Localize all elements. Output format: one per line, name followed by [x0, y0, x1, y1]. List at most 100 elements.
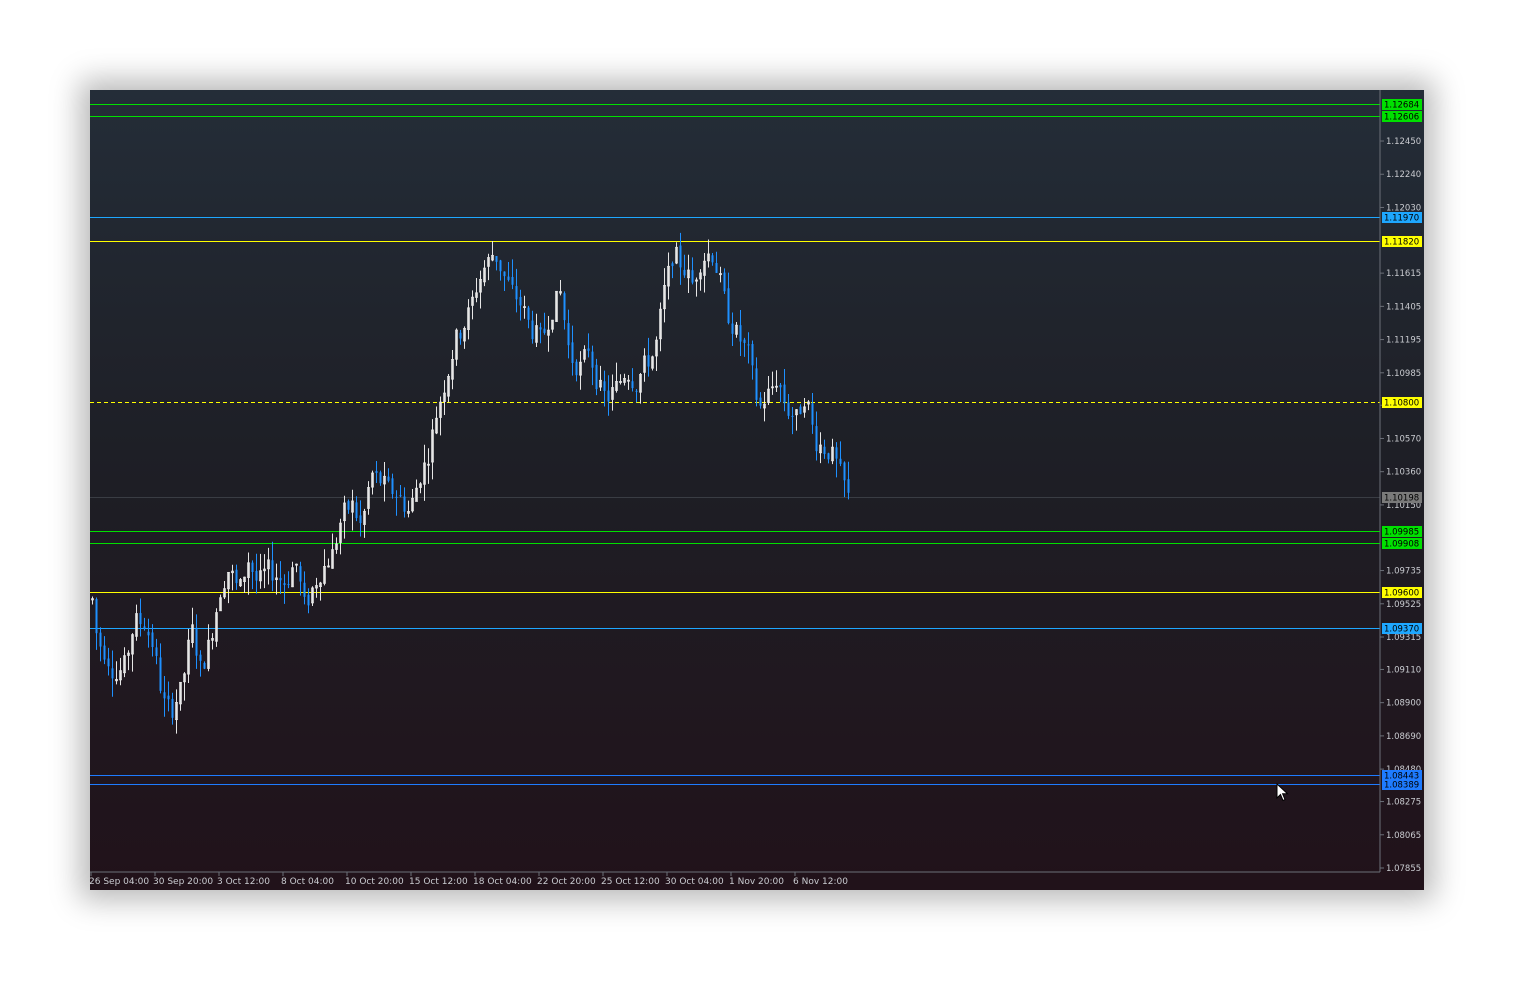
mouse-cursor-icon: [1276, 783, 1289, 802]
level-badge-label: 1.11970: [1384, 214, 1419, 224]
candle-body: [307, 594, 310, 606]
candle-body: [347, 501, 350, 510]
candle-body: [647, 355, 650, 367]
candle-body: [495, 256, 498, 262]
candle-body: [147, 631, 150, 636]
candle-body: [787, 402, 790, 416]
y-tick-label: 1.11405: [1386, 302, 1421, 312]
candle-body: [747, 344, 750, 346]
candle-body: [199, 654, 202, 661]
chart-window[interactable]: 1.12450 1.12240 1.12030 1.11615 1.11405 1.111…: [90, 90, 1424, 890]
x-tick-label: 25 Oct 12:00: [601, 877, 660, 887]
candle-body: [631, 381, 634, 389]
candle-body: [759, 397, 762, 406]
candle-body: [827, 453, 830, 460]
y-tick-label: 1.09315: [1386, 633, 1421, 643]
candle-body: [99, 632, 102, 647]
candle-body: [799, 406, 802, 415]
candle-body: [607, 390, 610, 402]
candle-body: [847, 479, 850, 493]
x-tick-label: 3 Oct 12:00: [217, 877, 270, 887]
y-tick-label: 1.08065: [1386, 831, 1421, 841]
candle-body: [531, 320, 534, 340]
candle-body: [783, 384, 786, 404]
candle-body: [155, 647, 158, 656]
candle-body: [379, 472, 382, 484]
level-badge-label: 1.09370: [1384, 625, 1419, 635]
candle-body: [359, 515, 362, 524]
x-tick-label: 1 Nov 20:00: [729, 877, 784, 887]
candle-body: [459, 332, 462, 339]
candle-body: [591, 351, 594, 368]
candle-body: [751, 344, 754, 366]
x-tick-label: 30 Oct 04:00: [665, 877, 724, 887]
candle-body: [835, 447, 838, 459]
candle-body: [507, 276, 510, 280]
candle-body: [391, 478, 394, 494]
candle-body: [839, 458, 842, 464]
candle-body: [195, 627, 198, 656]
candle-body: [571, 342, 574, 363]
y-tick-label: 1.10570: [1386, 434, 1421, 444]
candle-body: [683, 269, 686, 276]
price-axis: 1.12450 1.12240 1.12030 1.11615 1.11405 1.111…: [90, 90, 1421, 874]
candles: [91, 232, 850, 734]
candle-body: [287, 584, 290, 586]
candle-body: [503, 271, 506, 277]
candle-body: [731, 323, 734, 334]
candle-body: [587, 348, 590, 351]
level-badge-label: 1.08389: [1384, 781, 1419, 791]
candle-body: [355, 502, 358, 519]
candle-body: [375, 470, 378, 474]
candle-body: [95, 599, 98, 634]
candle-body: [303, 582, 306, 597]
candle-body: [727, 288, 730, 324]
price-chart[interactable]: 1.12450 1.12240 1.12030 1.11615 1.11405 1.111…: [90, 90, 1424, 890]
candle-body: [107, 658, 110, 667]
candle-body: [715, 262, 718, 273]
level-badge-label: 1.09600: [1384, 589, 1419, 599]
candle-body: [743, 339, 746, 343]
candle-body: [143, 626, 146, 629]
candle-body: [111, 668, 114, 679]
candle-body: [403, 496, 406, 512]
candle-body: [399, 495, 402, 497]
level-badge-label: 1.10198: [1384, 494, 1419, 504]
y-tick-label: 1.09525: [1386, 600, 1421, 610]
x-tick-label: 6 Nov 12:00: [793, 877, 848, 887]
candle-body: [691, 270, 694, 283]
candle-body: [103, 645, 106, 660]
y-tick-label: 1.09735: [1386, 567, 1421, 577]
candle-body: [499, 260, 502, 272]
y-tick-label: 1.10360: [1386, 468, 1421, 478]
y-tick-label: 1.11195: [1386, 336, 1421, 346]
x-tick-label: 26 Sep 04:00: [90, 877, 149, 887]
candle-body: [739, 325, 742, 342]
time-axis: 26 Sep 04:00 30 Sep 20:00 3 Oct 12:00 8 Oct…: [90, 872, 848, 887]
candle-body: [251, 562, 254, 573]
level-badge-label: 1.09985: [1384, 528, 1419, 538]
candle-body: [595, 364, 598, 390]
x-tick-label: 18 Oct 04:00: [473, 877, 532, 887]
candle-body: [139, 612, 142, 625]
candle-body: [543, 328, 546, 333]
horizontal-levels: [90, 104, 1380, 785]
candle-body: [539, 327, 542, 330]
y-tick-label: 1.11615: [1386, 269, 1421, 279]
y-tick-label: 1.08900: [1386, 699, 1421, 709]
candle-body: [815, 426, 818, 452]
y-tick-label: 1.12240: [1386, 170, 1421, 180]
y-tick-label: 1.12450: [1386, 137, 1421, 147]
candle-body: [159, 657, 162, 691]
candle-body: [679, 245, 682, 268]
candle-body: [843, 462, 846, 481]
candle-body: [575, 361, 578, 376]
candle-body: [791, 415, 794, 417]
y-tick-label: 1.09110: [1386, 665, 1421, 675]
candle-body: [515, 286, 518, 300]
x-tick-label: 30 Sep 20:00: [153, 877, 213, 887]
candle-body: [711, 255, 714, 263]
x-tick-label: 22 Oct 20:00: [537, 877, 596, 887]
candle-body: [167, 695, 170, 700]
candle-body: [299, 566, 302, 582]
